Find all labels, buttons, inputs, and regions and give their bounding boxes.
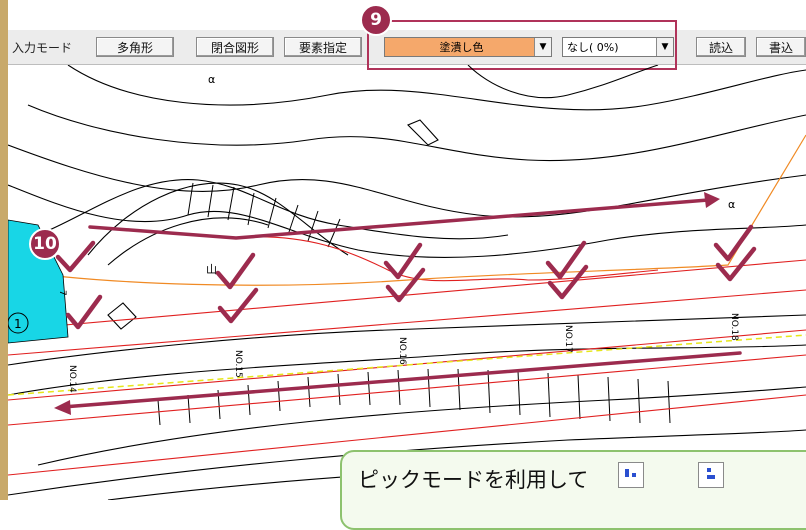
closed-shape-button[interactable]: 閉合図形 (196, 37, 274, 57)
help-callout: ピックモードを利用して (340, 450, 806, 530)
slope-hatching (157, 182, 671, 426)
station-label-no18: NO.18 (729, 313, 739, 341)
station-label-no14: NO.14 (67, 365, 77, 393)
fill-settings-highlight (367, 20, 677, 70)
label-alpha-1: α (208, 73, 215, 86)
station-label-no17: NO.17 (563, 325, 573, 353)
label-alpha-2: α (728, 198, 735, 211)
arrow-head-left (54, 400, 71, 415)
label-seven: 7 (57, 290, 67, 296)
element-select-button[interactable]: 要素指定 (284, 37, 362, 57)
drawing-canvas[interactable]: NO.14 NO.15 NO.16 NO.17 NO.18 7 α α 山 1 (8, 65, 806, 500)
step-9-badge: 9 (360, 4, 392, 36)
pick-mode-icon-2 (698, 462, 724, 488)
arrow-head-right (704, 192, 720, 208)
step-10-badge: 10 (29, 228, 61, 260)
window-left-border (0, 0, 8, 500)
input-mode-label: 入力モード (12, 41, 73, 55)
polygon-button[interactable]: 多角形 (96, 37, 174, 57)
station-label-no16: NO.16 (397, 337, 407, 365)
label-symbol: 山 (206, 263, 217, 276)
callout-text: ピックモードを利用して (358, 468, 589, 492)
load-button[interactable]: 読込 (696, 37, 746, 57)
pick-mode-icon (618, 462, 644, 488)
write-button[interactable]: 書込 (756, 37, 806, 57)
station-label-no15: NO.15 (233, 350, 243, 378)
circle-marker-label: 1 (14, 317, 22, 331)
